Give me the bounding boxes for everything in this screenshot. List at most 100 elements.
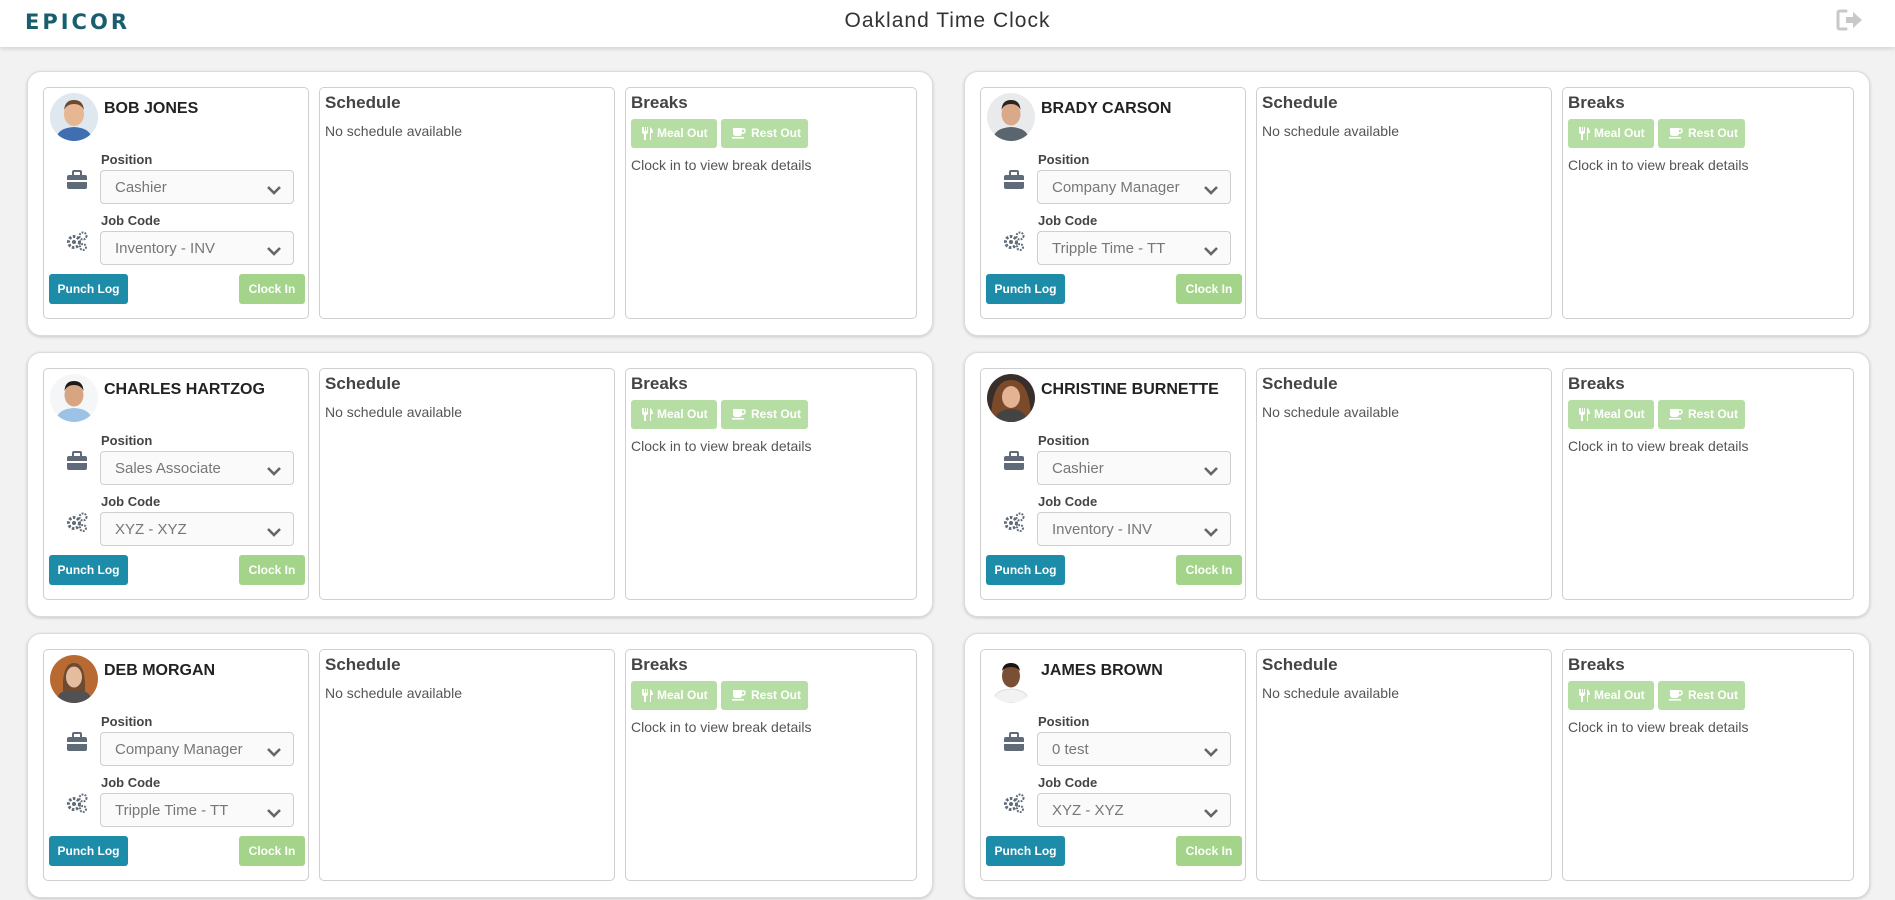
clock-in-button[interactable]: Clock In xyxy=(1176,274,1242,304)
punch-log-button[interactable]: Punch Log xyxy=(986,274,1065,304)
clock-in-button[interactable]: Clock In xyxy=(239,836,305,866)
meal-out-button[interactable]: Meal Out xyxy=(1568,681,1654,710)
employee-name: BOB JONES xyxy=(104,100,199,117)
meal-out-button[interactable]: Meal Out xyxy=(1568,400,1654,429)
position-value: Cashier xyxy=(1052,460,1104,477)
rest-out-button[interactable]: Rest Out xyxy=(1658,681,1745,710)
employee-panel: CHARLES HARTZOG Position Sales Associate… xyxy=(43,368,309,600)
job-code-select[interactable]: Tripple Time - TT xyxy=(100,793,294,827)
schedule-title: Schedule xyxy=(325,374,401,393)
breaks-panel: Breaks Meal Out Rest Out Clock in to vie… xyxy=(625,649,917,881)
clock-in-button[interactable]: Clock In xyxy=(239,274,305,304)
meal-out-label: Meal Out xyxy=(657,126,708,140)
chevron-down-icon xyxy=(1204,524,1218,537)
job-code-label: Job Code xyxy=(101,775,161,790)
job-code-select[interactable]: Inventory - INV xyxy=(100,231,294,265)
employee-card: CHARLES HARTZOG Position Sales Associate… xyxy=(27,352,933,617)
employee-name: BRADY CARSON xyxy=(1041,100,1172,117)
breaks-panel: Breaks Meal Out Rest Out Clock in to vie… xyxy=(625,368,917,600)
breaks-title: Breaks xyxy=(1568,374,1625,393)
schedule-panel: Schedule No schedule available xyxy=(319,649,615,881)
employee-panel: BOB JONES Position Cashier Job Code Inve… xyxy=(43,87,309,319)
job-code-value: XYZ - XYZ xyxy=(115,521,187,538)
schedule-empty-text: No schedule available xyxy=(325,123,462,139)
employee-name: JAMES BROWN xyxy=(1041,662,1163,679)
meal-out-button[interactable]: Meal Out xyxy=(631,119,717,148)
clock-in-button[interactable]: Clock In xyxy=(1176,836,1242,866)
rest-out-button[interactable]: Rest Out xyxy=(1658,119,1745,148)
chevron-down-icon xyxy=(1204,744,1218,757)
clock-in-button[interactable]: Clock In xyxy=(1176,555,1242,585)
meal-out-label: Meal Out xyxy=(657,688,708,702)
sign-out-icon[interactable] xyxy=(1836,8,1864,32)
utensils-icon xyxy=(642,689,653,702)
schedule-title: Schedule xyxy=(325,93,401,112)
punch-log-button[interactable]: Punch Log xyxy=(49,836,128,866)
break-hint-text: Clock in to view break details xyxy=(631,157,812,173)
job-code-value: Inventory - INV xyxy=(1052,521,1153,538)
clock-in-button[interactable]: Clock In xyxy=(239,555,305,585)
rest-out-button[interactable]: Rest Out xyxy=(721,119,808,148)
employee-name: CHRISTINE BURNETTE xyxy=(1041,381,1219,398)
briefcase-icon xyxy=(65,169,89,191)
employee-panel: JAMES BROWN Position 0 test Job Code XYZ… xyxy=(980,649,1246,881)
position-select[interactable]: Company Manager xyxy=(1037,170,1231,204)
job-code-select[interactable]: XYZ - XYZ xyxy=(100,512,294,546)
briefcase-icon xyxy=(65,450,89,472)
punch-log-button[interactable]: Punch Log xyxy=(49,274,128,304)
schedule-title: Schedule xyxy=(325,655,401,674)
schedule-panel: Schedule No schedule available xyxy=(1256,649,1552,881)
rest-out-button[interactable]: Rest Out xyxy=(1658,400,1745,429)
gears-icon xyxy=(1002,792,1026,814)
position-label: Position xyxy=(1038,714,1090,729)
meal-out-button[interactable]: Meal Out xyxy=(631,681,717,710)
schedule-panel: Schedule No schedule available xyxy=(1256,368,1552,600)
chevron-down-icon xyxy=(1204,243,1218,256)
briefcase-icon xyxy=(1002,731,1026,753)
gears-icon xyxy=(1002,511,1026,533)
job-code-select[interactable]: Inventory - INV xyxy=(1037,512,1231,546)
meal-out-button[interactable]: Meal Out xyxy=(1568,119,1654,148)
rest-out-button[interactable]: Rest Out xyxy=(721,400,808,429)
position-select[interactable]: Sales Associate xyxy=(100,451,294,485)
position-select[interactable]: Cashier xyxy=(100,170,294,204)
schedule-empty-text: No schedule available xyxy=(1262,123,1399,139)
job-code-value: Tripple Time - TT xyxy=(115,802,229,819)
break-hint-text: Clock in to view break details xyxy=(1568,157,1749,173)
position-label: Position xyxy=(101,152,153,167)
punch-log-button[interactable]: Punch Log xyxy=(49,555,128,585)
coffee-icon xyxy=(1669,128,1683,139)
job-code-value: XYZ - XYZ xyxy=(1052,802,1124,819)
job-code-select[interactable]: Tripple Time - TT xyxy=(1037,231,1231,265)
punch-log-button[interactable]: Punch Log xyxy=(986,836,1065,866)
chevron-down-icon xyxy=(267,805,281,818)
break-hint-text: Clock in to view break details xyxy=(631,438,812,454)
rest-out-label: Rest Out xyxy=(1688,688,1739,702)
utensils-icon xyxy=(1579,689,1590,702)
meal-out-label: Meal Out xyxy=(1594,688,1645,702)
job-code-label: Job Code xyxy=(1038,775,1098,790)
punch-log-button[interactable]: Punch Log xyxy=(986,555,1065,585)
position-select[interactable]: 0 test xyxy=(1037,732,1231,766)
position-select[interactable]: Cashier xyxy=(1037,451,1231,485)
employee-card: BRADY CARSON Position Company Manager Jo… xyxy=(964,71,1870,336)
chevron-down-icon xyxy=(267,182,281,195)
position-select[interactable]: Company Manager xyxy=(100,732,294,766)
rest-out-button[interactable]: Rest Out xyxy=(721,681,808,710)
avatar xyxy=(50,655,98,703)
gears-icon xyxy=(65,230,89,252)
break-hint-text: Clock in to view break details xyxy=(631,719,812,735)
job-code-label: Job Code xyxy=(101,213,161,228)
breaks-title: Breaks xyxy=(631,655,688,674)
avatar xyxy=(50,93,98,141)
position-label: Position xyxy=(1038,152,1090,167)
meal-out-button[interactable]: Meal Out xyxy=(631,400,717,429)
employee-panel: BRADY CARSON Position Company Manager Jo… xyxy=(980,87,1246,319)
rest-out-label: Rest Out xyxy=(751,688,802,702)
job-code-select[interactable]: XYZ - XYZ xyxy=(1037,793,1231,827)
breaks-title: Breaks xyxy=(1568,93,1625,112)
position-value: Company Manager xyxy=(1052,179,1180,196)
schedule-title: Schedule xyxy=(1262,655,1338,674)
position-value: Cashier xyxy=(115,179,167,196)
employee-panel: DEB MORGAN Position Company Manager Job … xyxy=(43,649,309,881)
